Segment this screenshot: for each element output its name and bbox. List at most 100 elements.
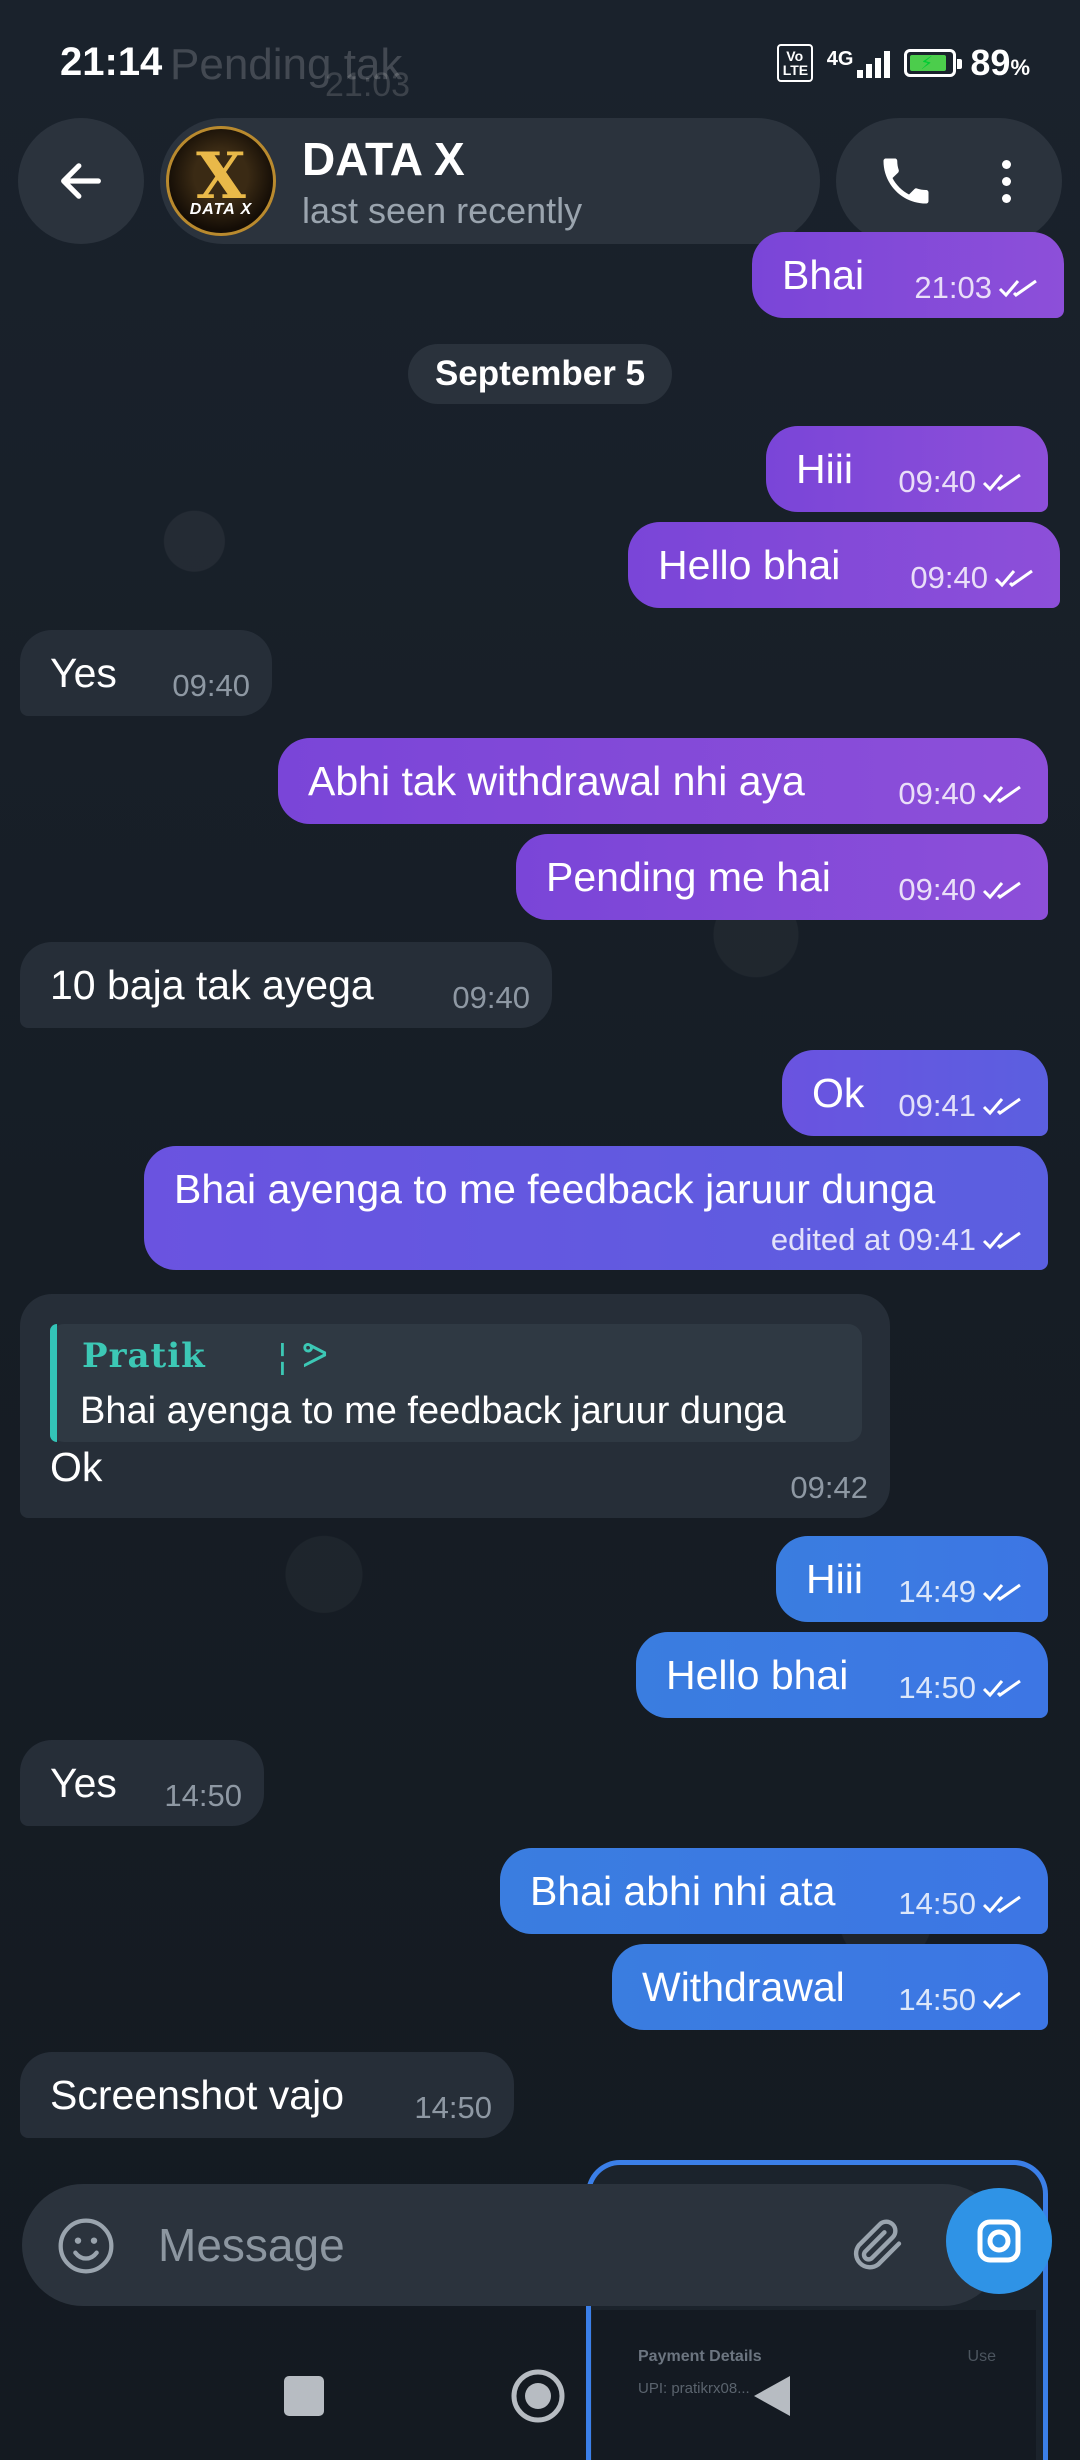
- message-outgoing-edited[interactable]: Bhai ayenga to me feedback jaruur dunga …: [144, 1146, 1048, 1270]
- quoted-text: Bhai ayenga to me feedback jaruur dunga: [80, 1390, 786, 1432]
- camera-icon: [977, 2219, 1021, 2263]
- message-time: 09:40: [898, 776, 976, 811]
- message-text: Pending me hai: [546, 854, 831, 900]
- message-time: 09:40: [172, 668, 250, 703]
- quoted-author: Pratik: [82, 1336, 206, 1376]
- message-composer: Message: [22, 2184, 1004, 2306]
- date-separator: September 5: [408, 344, 672, 404]
- signal-bars-icon: [857, 48, 891, 78]
- quoted-message[interactable]: Pratik ¦ ᕗ Bhai ayenga to me feedback ja…: [50, 1324, 862, 1442]
- message-outgoing[interactable]: Hello bhai 14:50: [636, 1632, 1048, 1718]
- message-text: Ok: [812, 1070, 865, 1116]
- message-time: 14:49: [898, 1574, 976, 1609]
- message-time: 14:50: [898, 1886, 976, 1921]
- double-check-icon: [982, 1895, 1021, 1914]
- message-time: 09:40: [452, 980, 530, 1015]
- battery-icon: ⚡: [904, 49, 963, 77]
- image-preview-content: Payment Details Use UPI: pratikrx08...: [592, 2310, 1036, 2460]
- message-incoming[interactable]: Screenshot vajo 14:50: [20, 2052, 514, 2138]
- preview-title: Payment Details: [638, 2348, 762, 2365]
- message-outgoing[interactable]: Withdrawal 14:50: [612, 1944, 1048, 2030]
- home-button[interactable]: [510, 2368, 566, 2424]
- message-time: 14:50: [414, 2090, 492, 2125]
- message-outgoing[interactable]: Hiii 09:40: [766, 426, 1048, 512]
- message-time: 09:41: [898, 1088, 976, 1123]
- message-incoming[interactable]: Yes 14:50: [20, 1740, 264, 1826]
- camera-button[interactable]: [946, 2188, 1052, 2294]
- chat-title: DATA X: [302, 133, 465, 185]
- message-outgoing[interactable]: Bhai 21:03: [752, 232, 1064, 318]
- preview-upi: UPI: pratikrx08...: [638, 2380, 750, 2397]
- network-type: 4G: [826, 48, 854, 70]
- message-text: Screenshot vajo: [50, 2072, 345, 2118]
- back-nav-button[interactable]: [752, 2374, 792, 2418]
- status-bar: 21:14 Vo LTE 4G ⚡ 89%: [0, 0, 1080, 130]
- message-incoming[interactable]: Yes 09:40: [20, 630, 272, 716]
- volte-icon: Vo LTE: [776, 44, 813, 82]
- message-text: Bhai abhi nhi ata: [530, 1868, 836, 1914]
- chat-last-seen: last seen recently: [302, 190, 583, 231]
- double-check-icon: [982, 1097, 1021, 1116]
- message-outgoing[interactable]: Hello bhai 09:40: [628, 522, 1060, 608]
- back-button[interactable]: [18, 118, 144, 244]
- double-check-icon: [982, 1991, 1021, 2010]
- message-text: Bhai: [782, 252, 865, 298]
- message-outgoing[interactable]: Pending me hai 09:40: [516, 834, 1048, 920]
- message-text: Yes: [50, 1760, 117, 1806]
- paperclip-icon: [853, 2219, 902, 2270]
- message-text: Abhi tak withdrawal nhi aya: [308, 758, 805, 804]
- status-time: 21:14: [60, 40, 163, 84]
- double-check-icon: [994, 569, 1033, 588]
- preview-action: Use: [967, 2348, 996, 2365]
- status-icons: Vo LTE 4G ⚡ 89%: [776, 42, 1030, 84]
- chat-header[interactable]: X DATA X DATA X last seen recently: [160, 118, 820, 244]
- emoji-icon: [58, 2218, 114, 2274]
- more-options-button[interactable]: [976, 151, 1036, 211]
- charging-icon: ⚡: [920, 53, 934, 73]
- message-text: Withdrawal: [642, 1964, 845, 2010]
- message-time: 14:50: [898, 1982, 976, 2017]
- message-time: 14:50: [164, 1778, 242, 1813]
- triangle-back-icon: [754, 2376, 790, 2416]
- attach-button[interactable]: [844, 2212, 910, 2278]
- message-time: 09:42: [790, 1470, 868, 1505]
- double-check-icon: [982, 881, 1021, 900]
- message-input[interactable]: Message: [158, 2218, 345, 2272]
- message-outgoing[interactable]: Abhi tak withdrawal nhi aya 09:40: [278, 738, 1048, 824]
- double-check-icon: [982, 1231, 1021, 1250]
- message-text: Ok: [50, 1444, 103, 1490]
- call-button[interactable]: [876, 151, 936, 211]
- double-check-icon: [982, 785, 1021, 804]
- message-text: Hello bhai: [658, 542, 841, 588]
- message-text: 10 baja tak ayega: [50, 962, 374, 1008]
- phone-icon: [883, 158, 929, 204]
- double-check-icon: [982, 1583, 1021, 1602]
- battery-percent: 89%: [970, 42, 1030, 83]
- message-text: Bhai ayenga to me feedback jaruur dunga: [174, 1166, 936, 1212]
- emoji-button[interactable]: [54, 2214, 118, 2278]
- message-time: 09:40: [898, 872, 976, 907]
- double-check-icon: [982, 473, 1021, 492]
- avatar[interactable]: X DATA X: [166, 126, 276, 236]
- message-outgoing[interactable]: Bhai abhi nhi ata 14:50: [500, 1848, 1048, 1934]
- quoted-emoji-icon: ᕗ: [302, 1334, 329, 1375]
- message-time: 21:03: [914, 270, 992, 305]
- message-time: 14:50: [898, 1670, 976, 1705]
- avatar-logo-text: DATA X: [189, 201, 253, 218]
- message-text: Hiii: [796, 446, 853, 492]
- message-edited-time: edited at 09:41: [770, 1222, 976, 1257]
- message-time: 09:40: [898, 464, 976, 499]
- message-incoming[interactable]: 10 baja tak ayega 09:40: [20, 942, 552, 1028]
- message-time: 09:40: [910, 560, 988, 595]
- message-text: Hello bhai: [666, 1652, 849, 1698]
- double-check-icon: [998, 279, 1037, 298]
- message-outgoing[interactable]: Ok 09:41: [782, 1050, 1048, 1136]
- circle-home-icon: [511, 2369, 565, 2423]
- recents-button[interactable]: [284, 2376, 324, 2416]
- header-actions: [836, 118, 1062, 244]
- message-incoming-reply[interactable]: Pratik ¦ ᕗ Bhai ayenga to me feedback ja…: [20, 1294, 890, 1518]
- message-outgoing[interactable]: Hiii 14:49: [776, 1536, 1048, 1622]
- double-check-icon: [982, 1679, 1021, 1698]
- quoted-separator: ¦: [278, 1338, 287, 1376]
- arrow-left-icon: [61, 163, 101, 199]
